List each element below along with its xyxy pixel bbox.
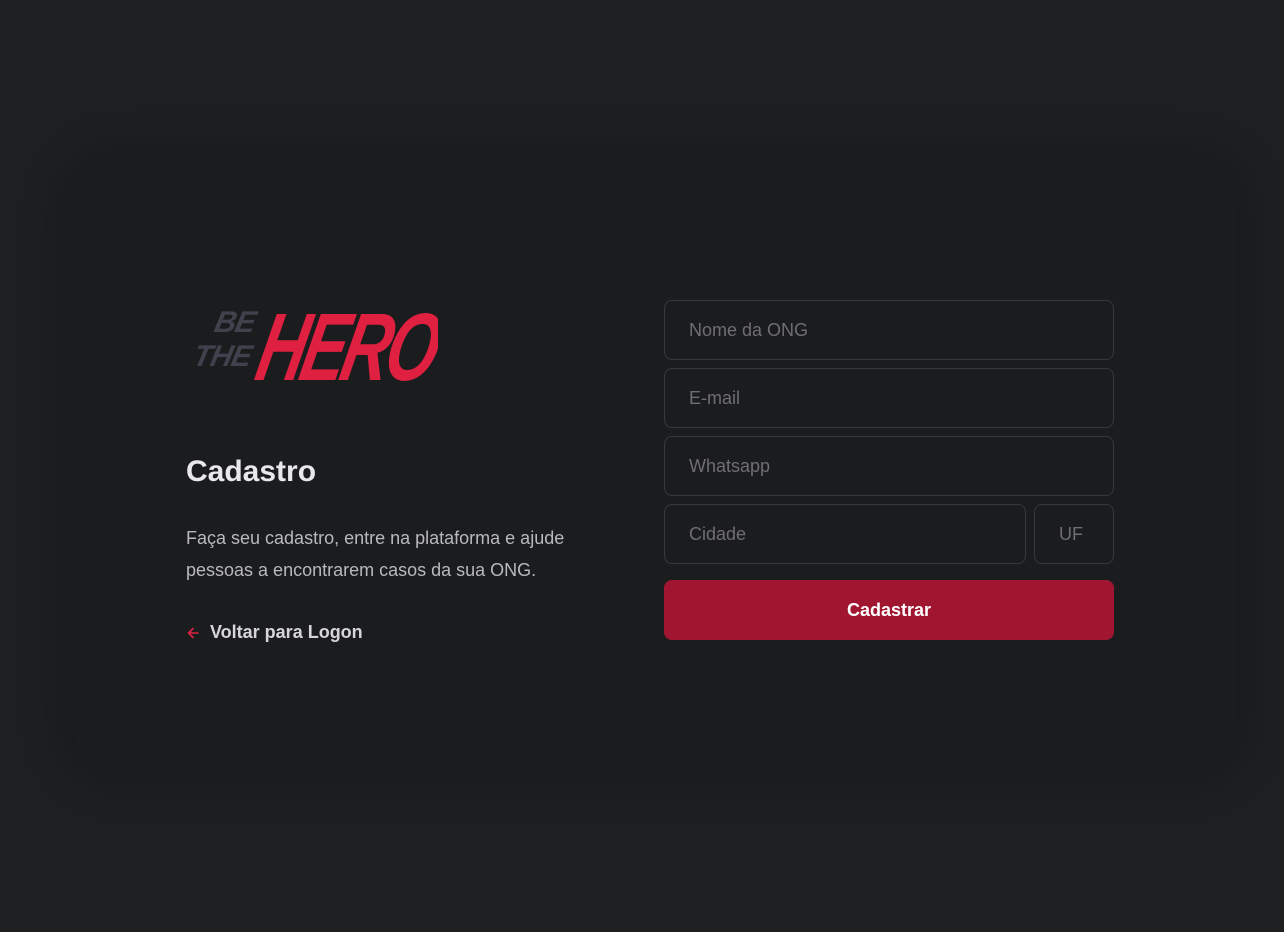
- svg-text:BE: BE: [211, 306, 259, 339]
- back-to-logon-link[interactable]: Voltar para Logon: [186, 622, 363, 643]
- back-link-label: Voltar para Logon: [210, 622, 363, 642]
- register-button[interactable]: Cadastrar: [664, 580, 1114, 640]
- whatsapp-input[interactable]: [664, 436, 1114, 496]
- svg-text:THE: THE: [190, 340, 256, 373]
- location-row: [664, 504, 1114, 572]
- email-input[interactable]: [664, 368, 1114, 428]
- ong-name-input[interactable]: [664, 300, 1114, 360]
- svg-text:HERO: HERO: [248, 293, 438, 392]
- be-the-hero-logo: BE THE HERO: [190, 293, 438, 392]
- arrow-left-icon: [187, 627, 199, 638]
- page-title: Cadastro: [186, 455, 317, 488]
- city-input[interactable]: [664, 504, 1026, 564]
- register-form: Cadastrar: [664, 300, 1114, 640]
- page-description: Faça seu cadastro, entre na plataforma e…: [186, 528, 565, 580]
- uf-input[interactable]: [1034, 504, 1114, 564]
- intro-section: BE THE HERO Cadastro Faça seu cadastro, …: [186, 280, 586, 645]
